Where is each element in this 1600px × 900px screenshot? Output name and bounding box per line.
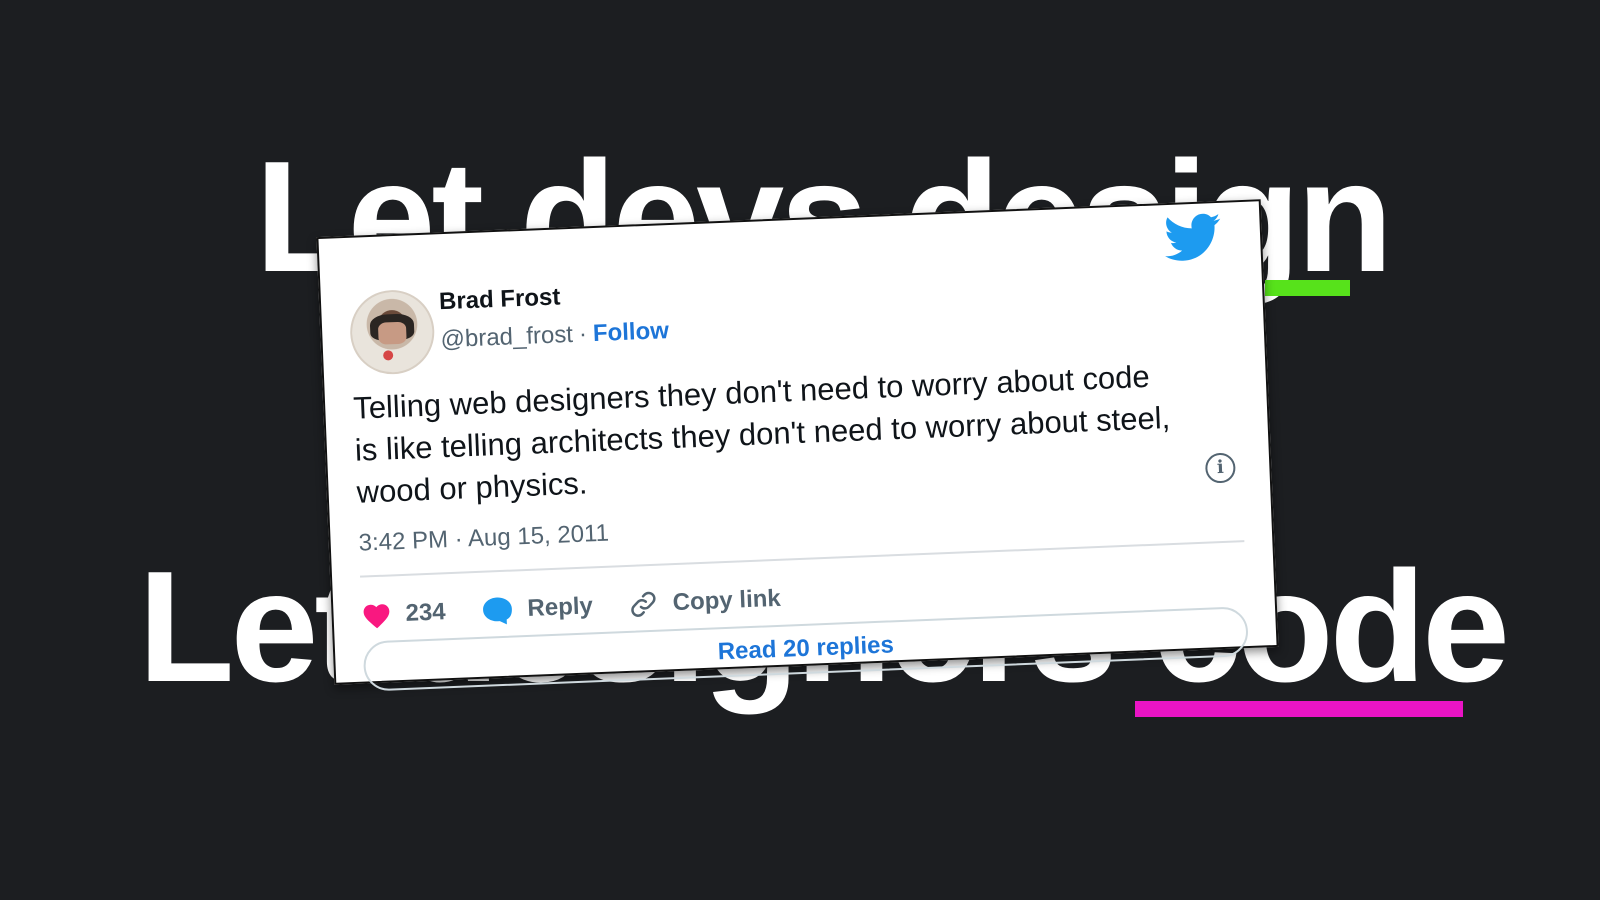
like-button[interactable]: 234 xyxy=(361,598,446,629)
follow-button[interactable]: Follow xyxy=(592,317,669,347)
tweet-timestamp[interactable]: 3:42 PM · Aug 15, 2011 xyxy=(358,520,609,558)
author-handle[interactable]: @brad_frost xyxy=(440,321,573,353)
tweet-card: Brad Frost @brad_frost · Follow Telling we… xyxy=(316,199,1279,692)
heart-icon xyxy=(363,604,390,629)
info-icon[interactable]: i xyxy=(1204,452,1236,484)
avatar-patch xyxy=(382,350,394,361)
reply-bubble-icon xyxy=(483,597,512,625)
like-count: 234 xyxy=(405,598,447,627)
tweet-text: Telling web designers they don't need to… xyxy=(352,358,1171,510)
avatar[interactable] xyxy=(348,288,436,376)
reply-button[interactable]: Reply xyxy=(481,591,593,625)
copy-link-label: Copy link xyxy=(672,584,782,617)
meta-separator: · xyxy=(578,320,588,348)
avatar-face xyxy=(377,321,407,345)
link-icon xyxy=(631,591,656,617)
green-underline xyxy=(1265,280,1350,296)
author-meta: @brad_frost · Follow xyxy=(440,317,669,354)
copy-link-button[interactable]: Copy link xyxy=(628,584,781,620)
magenta-underline xyxy=(1135,701,1463,717)
reply-label: Reply xyxy=(526,592,594,622)
author-name[interactable]: Brad Frost xyxy=(439,283,561,316)
twitter-bird-icon[interactable] xyxy=(1163,213,1223,263)
